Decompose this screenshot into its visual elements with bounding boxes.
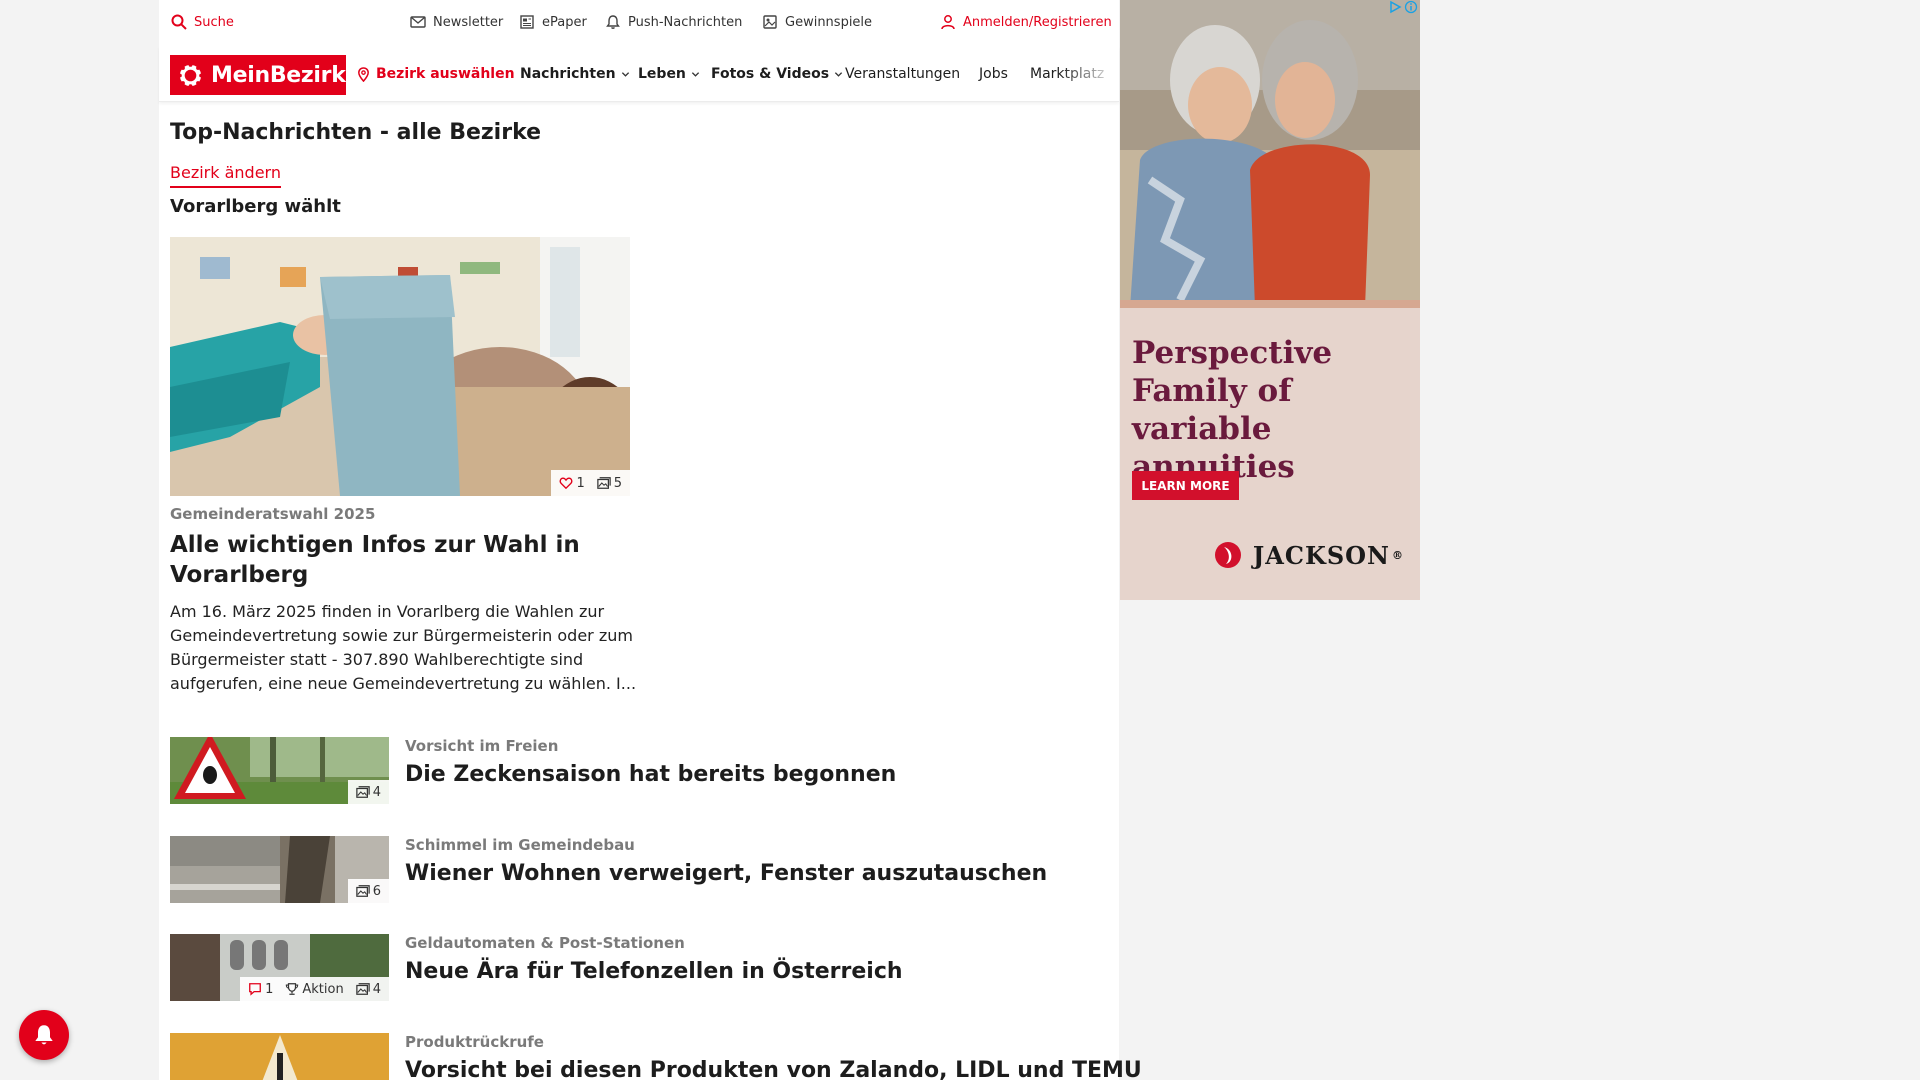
- images-icon: [355, 983, 370, 995]
- lead-article-image[interactable]: 1 5: [170, 237, 630, 496]
- lead-teaser: Am 16. März 2025 finden in Vorarlberg di…: [170, 602, 637, 693]
- select-district-link[interactable]: Bezirk auswählen: [356, 66, 515, 82]
- nav-item-fotos-videos[interactable]: Fotos & Videos: [711, 66, 843, 82]
- bell-icon: [35, 1025, 53, 1045]
- article-thumbnail[interactable]: [170, 1033, 389, 1080]
- article-stats: 1 Aktion 4: [240, 977, 389, 1001]
- advertisement[interactable]: Perspective Family of variable annuities…: [1120, 0, 1420, 600]
- change-district-link[interactable]: Bezirk ändern: [170, 163, 281, 188]
- main-navigation: MeinBezirk Bezirk auswählen Nachrichten …: [159, 46, 1119, 102]
- push-notifications-link[interactable]: Push-Nachrichten: [605, 14, 742, 30]
- nav-item-label: Jobs: [979, 66, 1008, 82]
- warning-sign-photo: [170, 1033, 389, 1080]
- logo-sun-icon: [177, 62, 204, 88]
- ad-headline: Perspective Family of variable annuities: [1132, 335, 1333, 485]
- article-stats: 6: [347, 879, 389, 903]
- article-kicker: Geldautomaten & Post-Stationen: [405, 934, 685, 952]
- push-label: Push-Nachrichten: [628, 14, 743, 30]
- map-pin-icon: [358, 66, 369, 82]
- article-row[interactable]: 4 Vorsicht im Freien Die Zeckensaison ha…: [170, 737, 1100, 807]
- ad-photo: [1120, 0, 1420, 308]
- search-icon: [171, 14, 187, 30]
- chevron-down-icon: [621, 71, 629, 77]
- chevron-down-icon: [834, 71, 843, 77]
- info-icon: [1404, 0, 1418, 14]
- article-thumbnail[interactable]: 4: [170, 737, 389, 804]
- chevron-down-icon: [691, 71, 700, 77]
- utility-bar: Suche Newsletter ePaper Push-Nachrichten…: [159, 0, 1119, 46]
- ad-learn-more-button[interactable]: LEARN MORE: [1132, 471, 1239, 500]
- article-title[interactable]: Die Zeckensaison hat bereits begonnen: [405, 762, 896, 787]
- lead-stats: 1 5: [551, 470, 630, 496]
- nav-item-nachrichten[interactable]: Nachrichten: [520, 66, 630, 82]
- lead-kicker: Gemeinderatswahl 2025: [170, 505, 376, 523]
- search-link[interactable]: Suche: [171, 14, 234, 30]
- article-row[interactable]: Produktrückrufe Vorsicht bei diesen Prod…: [170, 1033, 1142, 1080]
- section-title: Vorarlberg wählt: [170, 196, 341, 217]
- article-kicker: Produktrückrufe: [405, 1033, 544, 1051]
- main-column: Suche Newsletter ePaper Push-Nachrichten…: [159, 0, 1142, 1080]
- article-row[interactable]: 1 Aktion 4 Geldautomaten & Post-Statione…: [170, 934, 1100, 1004]
- nav-item-veranstaltungen[interactable]: Veranstaltungen: [845, 66, 960, 82]
- article-kicker: Schimmel im Gemeindebau: [405, 836, 635, 854]
- nav-item-leben[interactable]: Leben: [638, 66, 700, 82]
- trophy-icon: [286, 983, 299, 995]
- article-stats: 4: [347, 780, 389, 804]
- envelope-icon: [410, 16, 426, 28]
- nav-item-label: Leben: [638, 66, 686, 82]
- contests-label: Gewinnspiele: [785, 14, 873, 30]
- play-triangle-icon: [1390, 0, 1402, 14]
- contests-link[interactable]: Gewinnspiele: [762, 14, 872, 30]
- page-title: Top-Nachrichten - alle Bezirke: [170, 120, 542, 145]
- bell-icon: [606, 15, 620, 29]
- article-title[interactable]: Vorsicht bei diesen Produkten von Zaland…: [405, 1058, 1142, 1080]
- article-kicker: Vorsicht im Freien: [405, 737, 559, 755]
- login-label: Anmelden/Registrieren: [963, 14, 1112, 30]
- article-thumbnail[interactable]: 1 Aktion 4: [170, 934, 389, 1001]
- lead-title[interactable]: Alle wichtigen Infos zur Wahl in Vorarlb…: [170, 530, 630, 590]
- like-count: 1: [576, 475, 585, 491]
- photo-count: 4: [372, 784, 381, 800]
- nav-item-label: Veranstaltungen: [845, 66, 961, 82]
- article-title[interactable]: Wiener Wohnen verweigert, Fenster auszut…: [405, 861, 1047, 886]
- gift-frame-icon: [763, 15, 777, 29]
- newsletter-link[interactable]: Newsletter: [410, 14, 503, 30]
- newspaper-icon: [520, 15, 534, 29]
- newsletter-label: Newsletter: [433, 14, 504, 30]
- login-link[interactable]: Anmelden/Registrieren: [940, 14, 1112, 30]
- comment-count: 1: [265, 981, 274, 997]
- nav-overflow-fade: [1059, 56, 1119, 96]
- search-label: Suche: [194, 14, 234, 30]
- photo-count: 6: [372, 883, 381, 899]
- epaper-label: ePaper: [542, 14, 587, 30]
- voting-photo: [170, 237, 630, 496]
- nav-item-label: Nachrichten: [520, 66, 616, 82]
- action-badge: Aktion: [302, 981, 344, 997]
- images-icon: [355, 885, 370, 897]
- images-icon: [596, 477, 611, 489]
- ad-brand-mark: ®: [1392, 548, 1404, 562]
- ad-brand: JACKSON ®: [1213, 540, 1404, 570]
- photo-count: 5: [613, 475, 622, 491]
- article-title[interactable]: Neue Ära für Telefonzellen in Österreich: [405, 959, 903, 984]
- epaper-link[interactable]: ePaper: [519, 14, 587, 30]
- adchoices-badge[interactable]: [1388, 0, 1418, 14]
- nav-item-label: Fotos & Videos: [711, 66, 830, 82]
- nav-item-jobs[interactable]: Jobs: [979, 66, 1008, 82]
- user-icon: [941, 15, 955, 30]
- comment-icon: [249, 983, 262, 996]
- article-row[interactable]: 6 Schimmel im Gemeindebau Wiener Wohnen …: [170, 836, 1100, 906]
- push-notification-button[interactable]: [19, 1010, 69, 1060]
- images-icon: [355, 786, 370, 798]
- article-thumbnail[interactable]: 6: [170, 836, 389, 903]
- ad-brand-name: JACKSON: [1252, 540, 1390, 570]
- site-logo[interactable]: MeinBezirk: [170, 55, 346, 95]
- select-district-label: Bezirk auswählen: [376, 66, 515, 82]
- heart-icon: [560, 477, 573, 490]
- logo-text: MeinBezirk: [211, 62, 346, 88]
- photo-count: 4: [372, 981, 381, 997]
- jackson-logo-icon: [1214, 542, 1241, 568]
